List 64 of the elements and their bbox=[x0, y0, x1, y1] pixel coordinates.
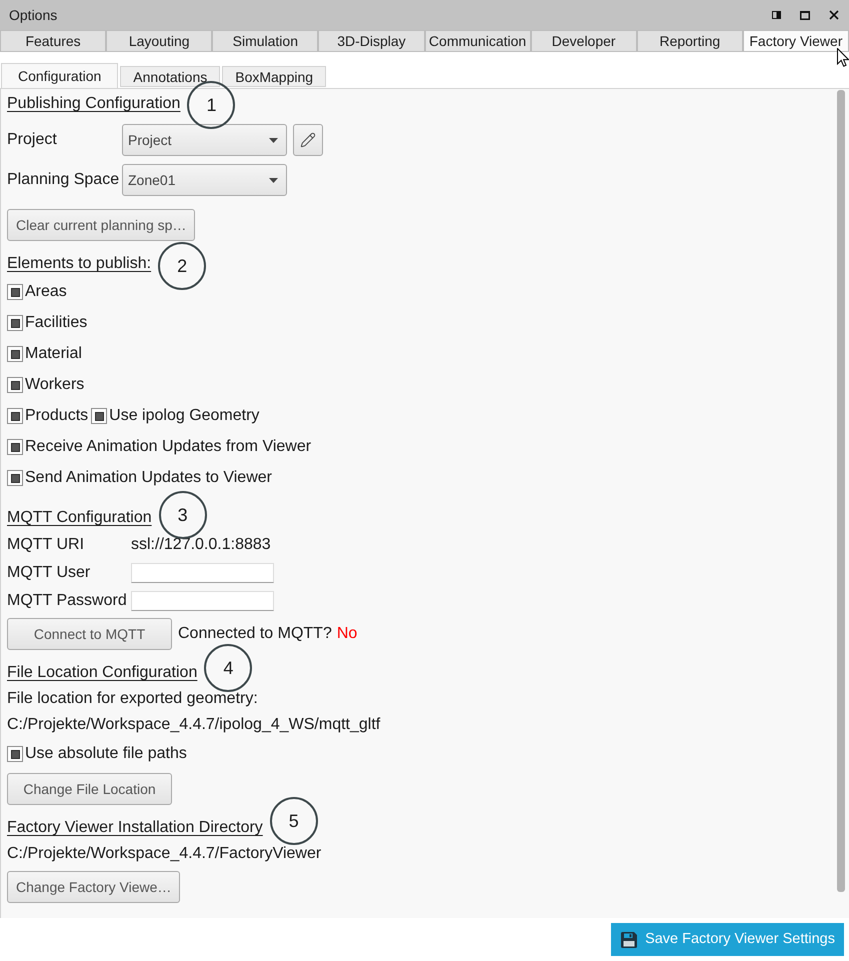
checkbox-label: Send Animation Updates to Viewer bbox=[25, 468, 272, 488]
close-icon[interactable] bbox=[829, 10, 839, 20]
field-label: Project bbox=[7, 130, 58, 150]
field-label: MQTT User bbox=[7, 563, 92, 583]
checkbox-label: Use ipolog Geometry bbox=[109, 406, 260, 426]
text-input[interactable] bbox=[131, 563, 274, 583]
field-label: Planning Space bbox=[7, 170, 120, 190]
caret-icon bbox=[269, 178, 278, 182]
checkbox[interactable] bbox=[7, 470, 23, 486]
dock-icon[interactable] bbox=[772, 11, 781, 19]
info-text: File location for exported geometry: bbox=[7, 689, 258, 709]
tab[interactable]: 3D-Display bbox=[318, 30, 424, 52]
dropdown[interactable]: Zone01 bbox=[122, 164, 287, 196]
field-label: MQTT URI bbox=[7, 535, 86, 555]
section-heading: Factory Viewer Installation Directory bbox=[7, 818, 263, 838]
scrollbar-thumb[interactable] bbox=[837, 90, 845, 892]
file-path: C:/Projekte/Workspace_4.4.7/FactoryViewer bbox=[7, 844, 322, 864]
checkbox[interactable] bbox=[7, 746, 23, 762]
checkbox-label: Products bbox=[25, 406, 88, 426]
tab[interactable]: Simulation bbox=[212, 30, 318, 52]
tab[interactable]: BoxMapping bbox=[222, 66, 326, 87]
tab[interactable]: Annotations bbox=[120, 66, 220, 87]
pencil-icon bbox=[300, 132, 316, 148]
action-button[interactable]: Connect to MQTT bbox=[7, 618, 172, 650]
section-heading: Publishing Configuration bbox=[7, 94, 180, 114]
edit-button[interactable] bbox=[293, 124, 323, 156]
tab[interactable]: Reporting bbox=[636, 30, 743, 52]
checkbox[interactable] bbox=[7, 439, 23, 455]
tab[interactable]: Factory Viewer bbox=[742, 30, 849, 52]
checkbox[interactable] bbox=[91, 408, 108, 424]
tab[interactable]: Communication bbox=[424, 30, 531, 52]
dropdown[interactable]: Project bbox=[122, 124, 287, 156]
section-heading: MQTT Configuration bbox=[7, 508, 152, 528]
checkbox[interactable] bbox=[7, 315, 23, 331]
tab[interactable]: Configuration bbox=[1, 63, 118, 88]
maximize-icon[interactable] bbox=[800, 10, 810, 20]
action-button[interactable]: Clear current planning sp… bbox=[7, 209, 196, 241]
window-title: Options bbox=[9, 6, 58, 25]
checkbox-label: Facilities bbox=[25, 313, 88, 333]
tab[interactable]: Developer bbox=[530, 30, 637, 52]
status-value: No bbox=[336, 624, 358, 644]
checkbox-label: Areas bbox=[25, 282, 67, 302]
file-path: C:/Projekte/Workspace_4.4.7/ipolog_4_WS/mqtt_gltf bbox=[7, 715, 380, 735]
checkbox[interactable] bbox=[7, 377, 23, 393]
checkbox[interactable] bbox=[7, 346, 23, 362]
tab[interactable]: Layouting bbox=[106, 30, 212, 52]
action-button[interactable]: Change File Location bbox=[7, 773, 172, 805]
field-label: MQTT Password bbox=[7, 591, 128, 611]
annotation-number: 5 bbox=[270, 797, 318, 845]
action-button[interactable]: Change Factory Viewe… bbox=[7, 871, 180, 903]
status-label: Connected to MQTT? bbox=[178, 624, 332, 644]
tab[interactable]: Features bbox=[0, 30, 106, 52]
annotation-number: 2 bbox=[158, 242, 206, 290]
checkbox-label: Use absolute file paths bbox=[25, 744, 187, 764]
section-heading: File Location Configuration bbox=[7, 663, 198, 683]
text-input[interactable] bbox=[131, 591, 274, 611]
section-heading: Elements to publish: bbox=[7, 254, 152, 274]
annotation-number: 4 bbox=[204, 644, 252, 692]
checkbox-label: Receive Animation Updates from Viewer bbox=[25, 437, 312, 457]
checkbox[interactable] bbox=[7, 408, 23, 424]
checkbox[interactable] bbox=[7, 284, 23, 300]
checkbox-label: Material bbox=[25, 344, 82, 364]
caret-icon bbox=[269, 138, 278, 142]
checkbox-label: Workers bbox=[25, 375, 84, 395]
